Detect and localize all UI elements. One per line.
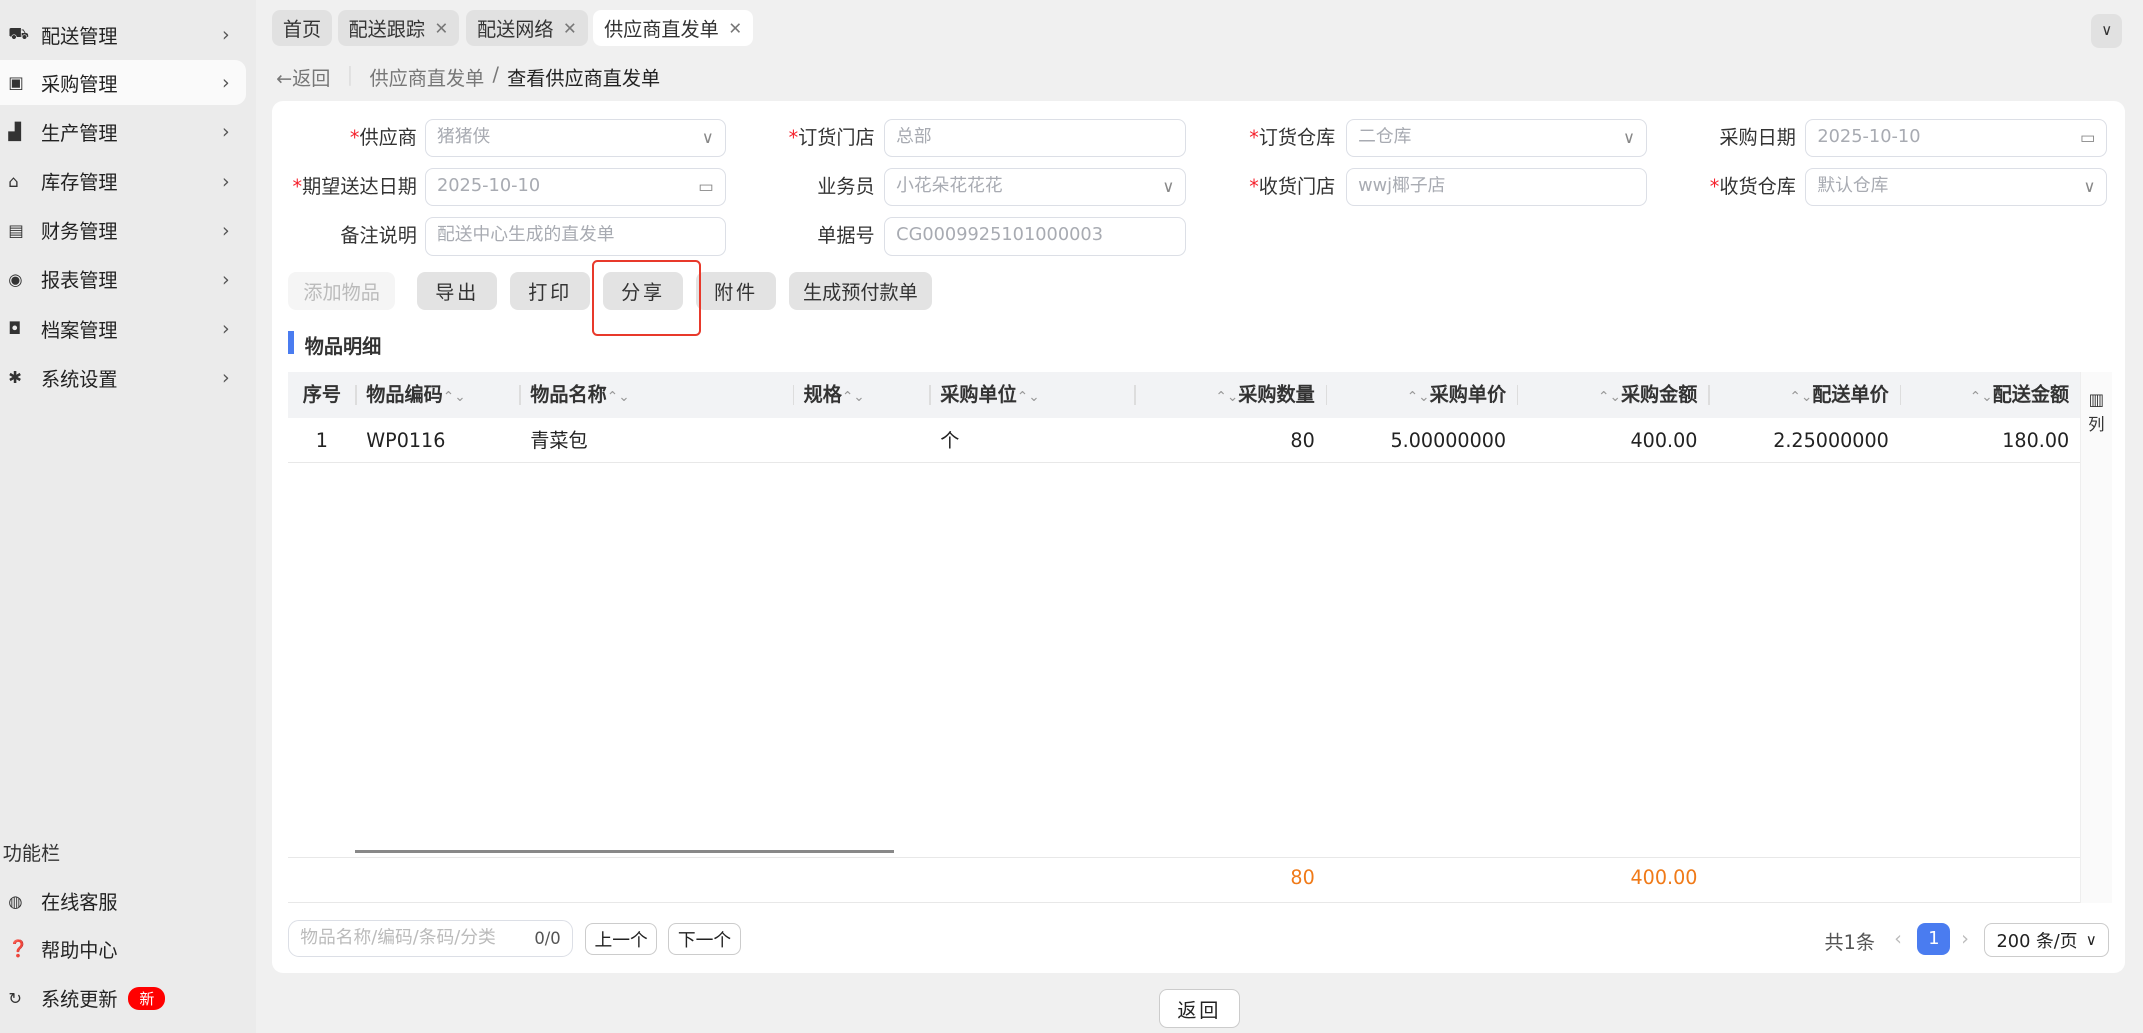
print-button[interactable]: 打印	[509, 271, 591, 311]
chevron-down-icon: ∨	[2085, 930, 2097, 949]
export-button[interactable]: 导出	[416, 271, 498, 311]
sidebar-item-inventory[interactable]: ⌂ 库存管理 ›	[0, 159, 246, 204]
breadcrumb: ←返回 | 供应商直发单 / 查看供应商直发单	[276, 62, 661, 91]
chevron-right-icon: ›	[221, 218, 230, 242]
salesman-select[interactable]: 小花朵花花花 ∨	[884, 168, 1187, 207]
chevron-right-icon: ›	[221, 366, 230, 390]
remark-field[interactable]: 配送中心生成的直发单	[425, 217, 726, 256]
section-bar	[288, 330, 294, 354]
col-name[interactable]: 物品名称⌃⌄	[519, 372, 792, 418]
headset-icon: ◍	[8, 891, 23, 911]
expected-date-picker[interactable]: 2025-10-10 ▭	[425, 168, 726, 207]
summary-amount: 400.00	[1630, 866, 1698, 890]
tab-supplier-direct[interactable]: 供应商直发单 ✕	[593, 9, 754, 47]
col-unit[interactable]: 采购单位⌃⌄	[929, 372, 1134, 418]
col-amount[interactable]: ⌃⌄采购金额	[1517, 372, 1708, 418]
col-spec[interactable]: 规格⌃⌄	[793, 372, 930, 418]
chevron-right-icon: ›	[221, 23, 230, 47]
sidebar-item-production[interactable]: ▟ 生产管理 ›	[0, 109, 246, 154]
column-setting[interactable]: ▥ 列	[2080, 371, 2112, 904]
tab-delivery-network[interactable]: 配送网络 ✕	[466, 9, 588, 47]
tab-home[interactable]: 首页	[271, 9, 333, 47]
chevron-down-icon: ∨	[2083, 177, 2096, 197]
sidebar-item-delivery[interactable]: ⛟ 配送管理 ›	[0, 12, 246, 57]
col-delivery-price[interactable]: ⌃⌄配送单价	[1708, 372, 1899, 418]
col-delivery-amount[interactable]: ⌃⌄配送金额	[1900, 372, 2080, 418]
prev-page-button[interactable]: ‹	[1894, 927, 1902, 950]
prev-match-button[interactable]: 上一个	[584, 922, 658, 956]
chevron-right-icon: ›	[221, 71, 230, 95]
col-qty[interactable]: ⌃⌄采购数量	[1134, 372, 1325, 418]
next-match-button[interactable]: 下一个	[668, 922, 741, 956]
close-icon[interactable]: ✕	[728, 19, 742, 38]
section-title: 物品明细	[304, 334, 382, 358]
func-help-center[interactable]: ❓ 帮助中心	[0, 927, 246, 972]
sidebar: ⛟ 配送管理 › ▣ 采购管理 › ▟ 生产管理 › ⌂ 库存管理 › ▤ 财务管理 › ◉ 报表管理…	[0, 0, 256, 1033]
new-badge: 新	[128, 986, 166, 1011]
purchase-date-picker[interactable]: 2025-10-10 ▭	[1805, 118, 2108, 158]
back-link[interactable]: ←返回	[276, 63, 330, 91]
add-item-button[interactable]: 添加物品	[288, 271, 395, 311]
chevron-down-icon: ∨	[1162, 177, 1175, 197]
chevron-right-icon: ›	[221, 317, 230, 341]
sidebar-item-reports[interactable]: ◉ 报表管理 ›	[0, 257, 246, 302]
item-search-input[interactable]: 物品名称/编码/条码/分类 0/0	[288, 919, 573, 957]
func-online-service[interactable]: ◍ 在线客服	[0, 879, 246, 924]
breadcrumb-current: 查看供应商直发单	[507, 66, 661, 90]
truck-icon: ⛟	[8, 24, 29, 44]
chevron-down-icon: ∨	[2101, 20, 2113, 39]
tab-delivery-tracking[interactable]: 配送跟踪 ✕	[337, 9, 460, 47]
finance-icon: ▤	[8, 220, 24, 240]
summary-qty: 80	[1290, 866, 1315, 890]
sidebar-item-purchase[interactable]: ▣ 采购管理 ›	[0, 60, 246, 106]
sidebar-item-archive[interactable]: ◘ 档案管理 ›	[0, 306, 246, 351]
globe-icon: ◉	[8, 269, 23, 289]
archive-icon: ◘	[8, 319, 22, 339]
doc-number-field[interactable]: CG0009925101000003	[884, 217, 1187, 256]
tabs-dropdown-button[interactable]: ∨	[2091, 13, 2123, 48]
close-icon[interactable]: ✕	[563, 19, 577, 38]
chevron-right-icon: ›	[221, 120, 230, 144]
col-price[interactable]: ⌃⌄采购单价	[1326, 372, 1517, 418]
arrow-left-icon: ←	[276, 66, 293, 90]
highlight-box	[591, 259, 702, 337]
col-code[interactable]: 物品编码⌃⌄	[355, 372, 519, 418]
inbox-icon: ▣	[8, 73, 24, 93]
attachment-button[interactable]: 附件	[695, 271, 777, 311]
close-icon[interactable]: ✕	[435, 19, 449, 38]
factory-icon: ▟	[8, 122, 21, 142]
page-size-select[interactable]: 200 条/页 ∨	[1984, 922, 2109, 957]
generate-prepayment-button[interactable]: 生成预付款单	[788, 271, 933, 311]
total-count: 共1条	[1824, 930, 1875, 954]
func-system-update[interactable]: ↻ 系统更新新	[0, 976, 246, 1021]
chevron-down-icon: ∨	[701, 127, 714, 147]
supplier-select[interactable]: 猪猪侠 ∨	[425, 118, 726, 158]
chevron-right-icon: ›	[221, 267, 230, 291]
order-store-field[interactable]: 总部	[884, 118, 1187, 158]
warehouse-icon: ⌂	[8, 171, 19, 191]
receive-warehouse-select[interactable]: 默认仓库 ∨	[1805, 168, 2108, 207]
calendar-icon: ▭	[698, 177, 714, 197]
next-page-button[interactable]: ›	[1961, 927, 1969, 950]
sidebar-item-finance[interactable]: ▤ 财务管理 ›	[0, 208, 246, 253]
breadcrumb-parent[interactable]: 供应商直发单	[370, 63, 485, 91]
columns-icon: ▥	[2088, 390, 2105, 410]
refresh-icon: ↻	[8, 988, 22, 1008]
back-button[interactable]: 返回	[1158, 989, 1240, 1028]
page-1[interactable]: 1	[1917, 922, 1951, 956]
horizontal-scrollbar[interactable]	[355, 850, 894, 853]
gear-icon: ✱	[8, 368, 22, 388]
help-icon: ❓	[8, 939, 29, 959]
func-title: 功能栏	[2, 841, 61, 865]
order-warehouse-select[interactable]: 二仓库 ∨	[1346, 118, 1647, 158]
calendar-icon: ▭	[2080, 127, 2096, 147]
chevron-right-icon: ›	[221, 169, 230, 193]
receive-store-field[interactable]: wwj椰子店	[1346, 168, 1647, 207]
chevron-down-icon: ∨	[1622, 127, 1635, 147]
sidebar-item-settings[interactable]: ✱ 系统设置 ›	[0, 355, 246, 400]
